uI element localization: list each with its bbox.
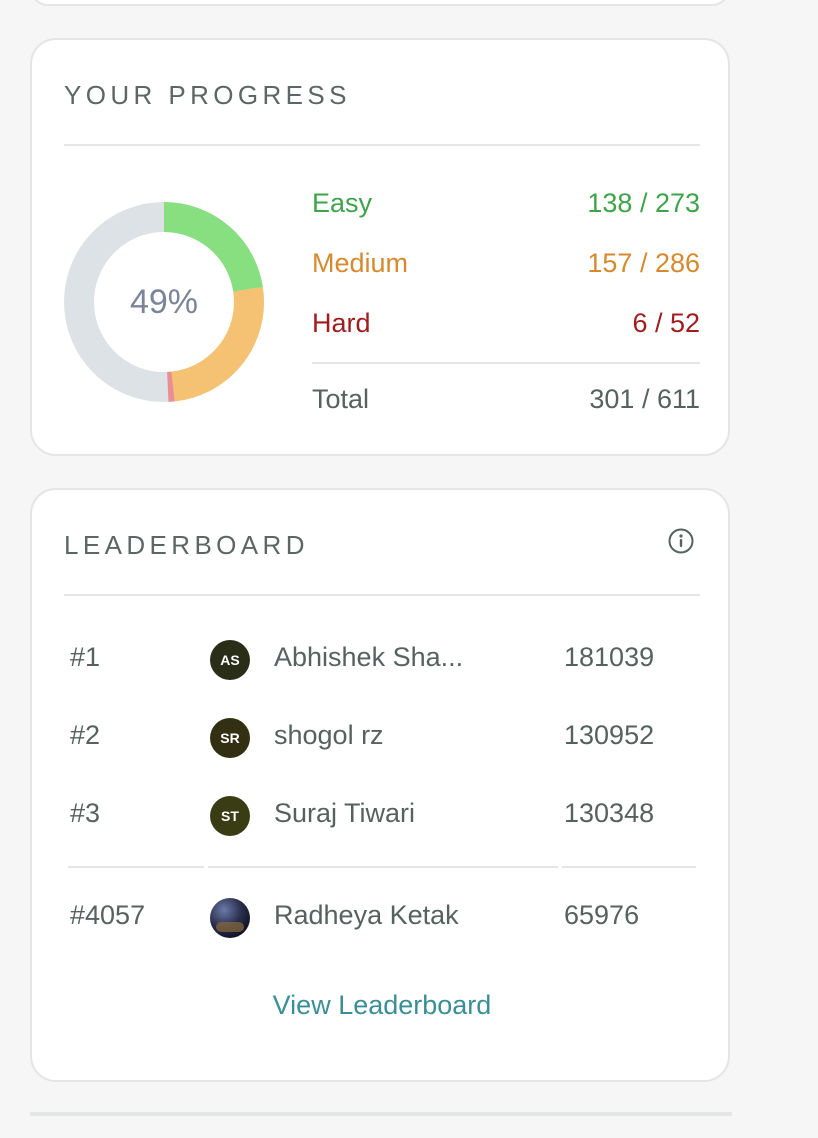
- progress-title: YOUR PROGRESS: [64, 80, 351, 110]
- leaderboard-row[interactable]: #2 SR shogol rz 130952: [32, 716, 732, 760]
- progress-divider: [64, 144, 700, 146]
- stat-row-easy: Easy 138 / 273: [312, 186, 700, 220]
- stat-total-value: 301 / 611: [589, 384, 700, 414]
- stat-medium-label: Medium: [312, 248, 409, 278]
- stat-hard-value: 6 / 52: [632, 308, 700, 338]
- stat-total-label: Total: [312, 384, 370, 414]
- leaderboard-score: 130952: [564, 720, 655, 750]
- stat-medium-value: 157 / 286: [587, 248, 700, 278]
- next-section-divider: [30, 1112, 732, 1116]
- leaderboard-divider: [64, 594, 700, 596]
- previous-card-edge: [30, 0, 730, 6]
- leaderboard-user-name[interactable]: Suraj Tiwari: [274, 798, 524, 829]
- stat-easy-value: 138 / 273: [587, 188, 700, 218]
- current-user-divider: [562, 866, 696, 868]
- stat-divider: [312, 362, 700, 364]
- leaderboard-rank: #3: [70, 798, 101, 828]
- view-leaderboard-link[interactable]: View Leaderboard: [32, 990, 732, 1021]
- current-user-divider: [208, 866, 558, 868]
- leaderboard-card: LEADERBOARD #1 AS Abhishek Sha... 181039…: [30, 488, 730, 1082]
- leaderboard-row[interactable]: #1 AS Abhishek Sha... 181039: [32, 638, 732, 682]
- current-user-score: 65976: [564, 900, 640, 930]
- leaderboard-score: 181039: [564, 642, 655, 672]
- leaderboard-title: LEADERBOARD: [64, 530, 309, 560]
- leaderboard-user-name[interactable]: Abhishek Sha...: [274, 642, 524, 673]
- info-icon[interactable]: [668, 528, 694, 554]
- progress-percent-label: 49%: [129, 282, 199, 321]
- current-user-row[interactable]: #4057 Radheya Ketak 65976: [32, 896, 732, 940]
- leaderboard-row[interactable]: #3 ST Suraj Tiwari 130348: [32, 794, 732, 838]
- avatar[interactable]: SR: [210, 718, 250, 758]
- current-user-rank: #4057: [70, 900, 146, 930]
- stat-hard-label: Hard: [312, 308, 371, 338]
- avatar[interactable]: [210, 898, 250, 938]
- stat-row-medium: Medium 157 / 286: [312, 246, 700, 280]
- avatar[interactable]: AS: [210, 640, 250, 680]
- leaderboard-rank: #1: [70, 642, 101, 672]
- avatar[interactable]: ST: [210, 796, 250, 836]
- leaderboard-rank: #2: [70, 720, 101, 750]
- stat-easy-label: Easy: [312, 188, 373, 218]
- progress-card: YOUR PROGRESS 49% Easy 138 / 273 Medium …: [30, 38, 730, 456]
- leaderboard-score: 130348: [564, 798, 655, 828]
- stat-row-total: Total 301 / 611: [312, 382, 700, 416]
- current-user-name[interactable]: Radheya Ketak: [274, 900, 524, 931]
- stat-row-hard: Hard 6 / 52: [312, 306, 700, 340]
- current-user-divider: [68, 866, 204, 868]
- leaderboard-user-name[interactable]: shogol rz: [274, 720, 524, 751]
